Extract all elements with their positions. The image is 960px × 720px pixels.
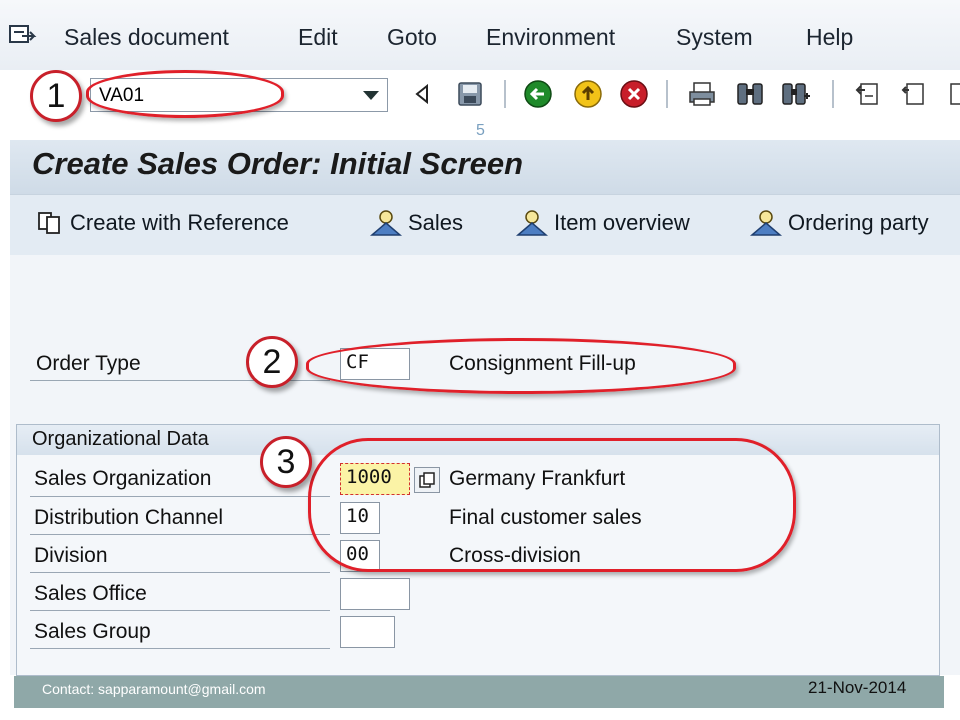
create-with-reference-label: Create with Reference xyxy=(70,210,289,235)
menu-sales-document[interactable]: Sales document xyxy=(64,24,229,51)
label-underline xyxy=(30,648,330,649)
sales-office-input[interactable] xyxy=(340,578,410,610)
menu-goto[interactable]: Goto xyxy=(387,24,437,51)
exit-icon[interactable] xyxy=(572,78,604,110)
division-label: Division xyxy=(34,544,108,567)
ordering-party-button[interactable]: Ordering party xyxy=(748,208,929,238)
toolbar-separator xyxy=(666,80,668,108)
label-underline xyxy=(30,572,330,573)
ordering-party-label: Ordering party xyxy=(788,210,929,235)
print-icon[interactable] xyxy=(686,78,718,110)
back-icon[interactable] xyxy=(406,78,438,110)
menu-icon[interactable] xyxy=(8,22,38,48)
organizational-data-title: Organizational Data xyxy=(32,428,209,450)
annotation-ring-3 xyxy=(308,438,796,572)
footer-date: 21-Nov-2014 xyxy=(808,678,907,697)
copy-document-icon xyxy=(38,212,60,234)
first-page-icon[interactable] xyxy=(852,78,884,110)
item-overview-label: Item overview xyxy=(554,210,690,235)
chevron-down-icon[interactable] xyxy=(363,91,379,100)
item-overview-button[interactable]: Item overview xyxy=(514,208,690,238)
annotation-ring-2 xyxy=(306,338,736,394)
person-icon xyxy=(749,210,783,236)
menu-help[interactable]: Help xyxy=(806,24,853,51)
annotation-badge-1: 1 xyxy=(30,70,82,122)
menu-edit[interactable]: Edit xyxy=(298,24,338,51)
next-page-icon[interactable] xyxy=(942,78,960,110)
cancel-icon[interactable] xyxy=(618,78,650,110)
order-type-label: Order Type xyxy=(36,352,141,375)
label-underline xyxy=(30,610,330,611)
page-title: Create Sales Order: Initial Screen xyxy=(32,146,524,181)
toolbar-separator xyxy=(504,80,506,108)
annotation-badge-3: 3 xyxy=(260,436,312,488)
create-with-reference-button[interactable]: Create with Reference xyxy=(36,208,289,238)
slide-number: 5 xyxy=(476,122,485,139)
annotation-ring-1 xyxy=(86,70,284,118)
label-underline xyxy=(30,496,330,497)
sales-label: Sales xyxy=(408,210,464,235)
label-underline xyxy=(30,534,330,535)
annotation-badge-2: 2 xyxy=(246,336,298,388)
sales-group-label: Sales Group xyxy=(34,620,151,643)
distribution-channel-label: Distribution Channel xyxy=(34,506,224,529)
person-icon xyxy=(369,210,403,236)
find-icon[interactable] xyxy=(734,78,766,110)
footer-contact: Contact: sapparamount@gmail.com xyxy=(42,681,266,697)
find-next-icon[interactable] xyxy=(780,78,812,110)
toolbar-separator xyxy=(832,80,834,108)
sales-organization-label: Sales Organization xyxy=(34,467,212,490)
person-icon xyxy=(515,210,549,236)
green-back-icon[interactable] xyxy=(522,78,554,110)
save-icon[interactable] xyxy=(454,78,486,110)
sales-group-input[interactable] xyxy=(340,616,395,648)
sales-button[interactable]: Sales xyxy=(368,208,463,238)
menu-environment[interactable]: Environment xyxy=(486,24,615,51)
previous-page-icon[interactable] xyxy=(898,78,930,110)
sales-office-label: Sales Office xyxy=(34,582,147,605)
menu-system[interactable]: System xyxy=(676,24,753,51)
